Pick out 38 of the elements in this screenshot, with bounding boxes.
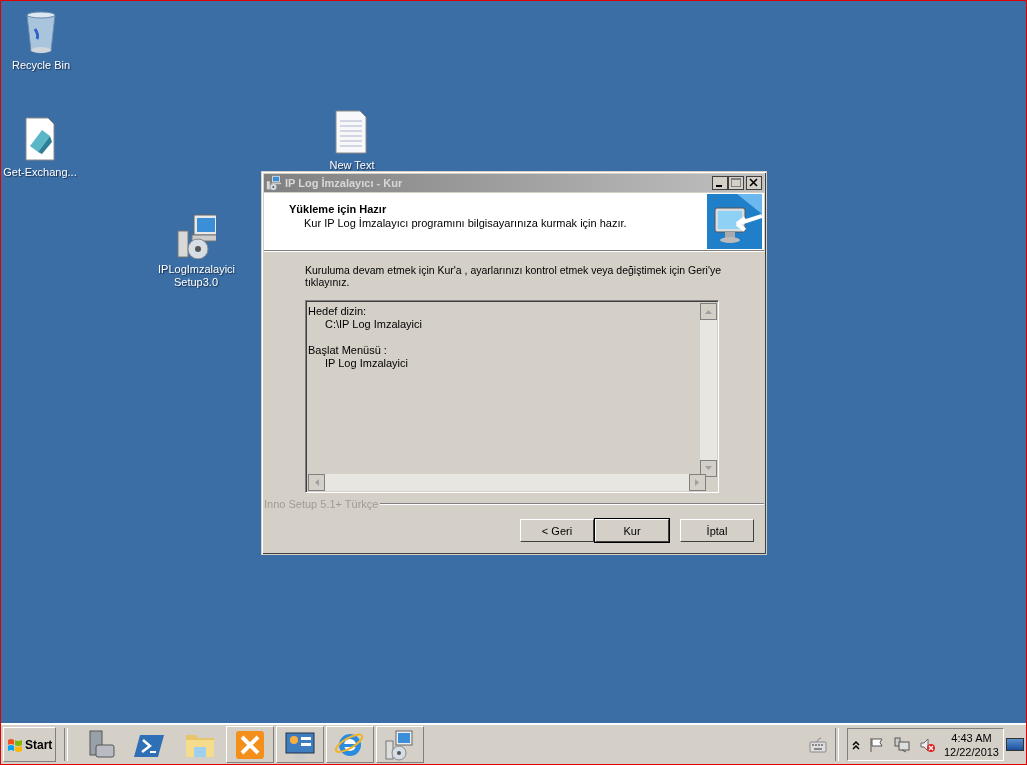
icon-label[interactable]: IPLogImzalayici Setup3.0 <box>158 263 234 289</box>
setup-computer-icon[interactable] <box>176 213 216 259</box>
memo-line: IP Log Imzalayici <box>324 357 409 370</box>
flag-icon[interactable] <box>868 736 885 753</box>
setup-computer-icon <box>266 175 282 191</box>
show-desktop-button[interactable] <box>1006 738 1024 751</box>
maximize-button[interactable] <box>728 176 744 190</box>
icon-label[interactable]: Recycle Bin <box>0 59 85 72</box>
cancel-button[interactable]: İptal <box>680 519 754 542</box>
minimize-button[interactable] <box>712 176 728 190</box>
memo-line: Başlat Menüsü : <box>308 344 388 357</box>
windows-logo-icon <box>7 736 23 753</box>
back-button[interactable]: < Geri <box>520 519 594 542</box>
instruction-text: Kuruluma devam etmek için Kur'a , ayarlarınızı kontrol etmek veya değiştimek için Geri'ye tıklayınız. <box>305 264 722 290</box>
taskbar-app-button[interactable] <box>226 726 275 763</box>
taskbar-app-button[interactable] <box>376 726 425 763</box>
icon-label[interactable]: New Text <box>308 159 396 172</box>
window-title: IP Log İmzalayıcı - Kur <box>285 177 404 189</box>
icon-label[interactable]: Get-Exchang... <box>0 166 84 179</box>
vertical-scrollbar[interactable] <box>700 303 717 477</box>
page-heading: Yükleme için Hazır <box>289 203 388 215</box>
speaker-muted-icon[interactable] <box>918 736 935 753</box>
install-button[interactable]: Kur <box>595 519 669 542</box>
page-subtitle: Kur IP Log İmzalayıcı programını bilgisayarınıza kurmak için hazır. <box>303 217 627 229</box>
start-button[interactable]: Start <box>3 727 57 762</box>
taskbar-app-button[interactable] <box>326 726 375 763</box>
keyboard-icon[interactable] <box>808 736 827 753</box>
memo-line: C:\IP Log Imzalayici <box>324 318 423 331</box>
x-tile-icon <box>234 728 267 761</box>
memo-line: Hedef dizin: <box>308 305 368 318</box>
chevron-up-icon[interactable] <box>851 739 860 750</box>
close-button[interactable] <box>746 176 762 190</box>
network-icon[interactable] <box>893 736 910 753</box>
taskbar-app-button[interactable] <box>276 726 325 763</box>
clock-date: 12/22/2013 <box>943 744 999 759</box>
horizontal-scrollbar[interactable] <box>308 474 706 491</box>
clock-time: 4:43 AM <box>951 730 992 745</box>
clock[interactable]: 4:43 AM 12/22/2013 <box>943 730 999 759</box>
